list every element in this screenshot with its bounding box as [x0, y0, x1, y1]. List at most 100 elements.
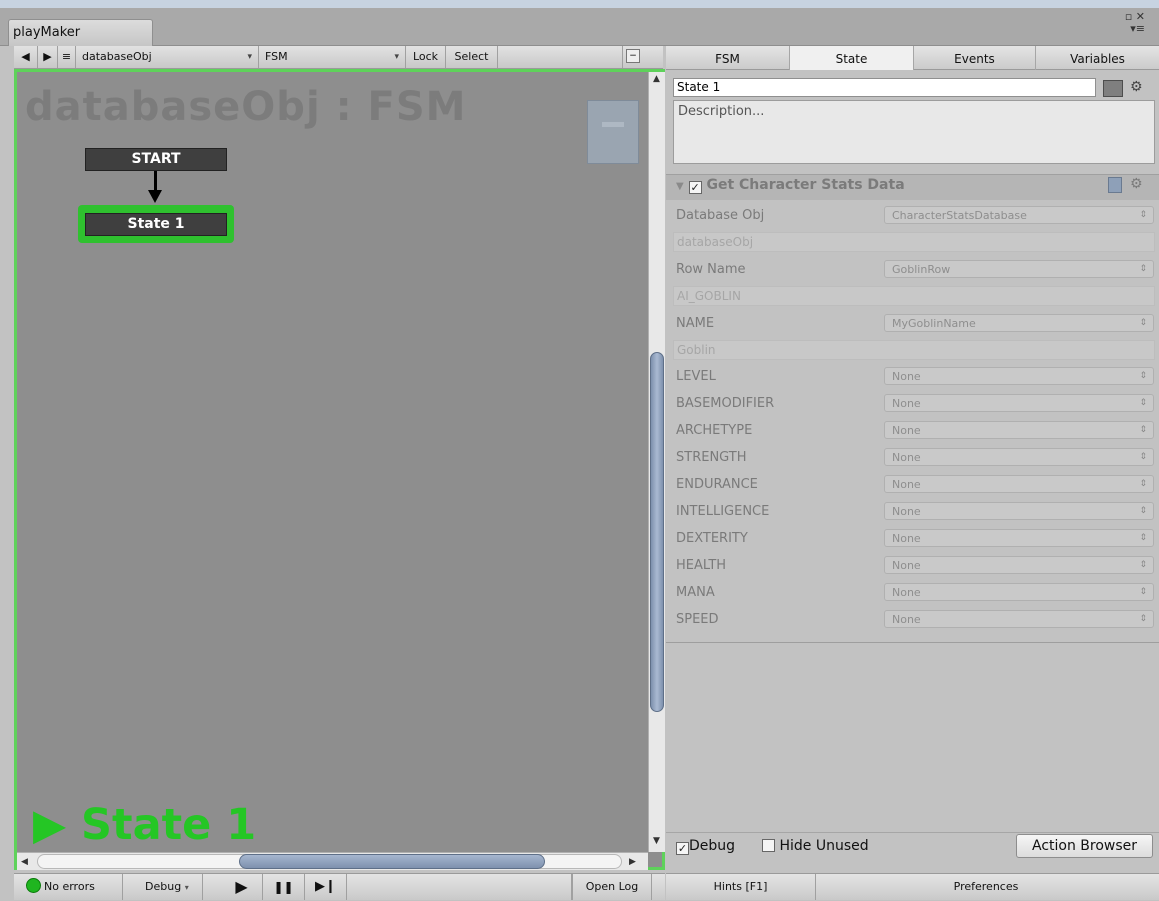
fsm-select[interactable]: FSM ▾ [259, 46, 406, 68]
param-subfield[interactable]: Goblin [673, 340, 1155, 360]
param-select[interactable]: None ⇕ [884, 610, 1154, 628]
param-value: None [892, 424, 921, 437]
updown-icon: ⇕ [1139, 452, 1147, 462]
state-settings-gear-icon[interactable]: ⚙ [1130, 79, 1143, 95]
vertical-scroll-thumb[interactable] [650, 352, 664, 712]
lock-button[interactable]: Lock [406, 46, 446, 68]
param-value: None [892, 613, 921, 626]
canvas-status-bar: No errors Debug ▾ ▶ ❚❚ ▶❙ Open Log [14, 873, 665, 900]
tab-state[interactable]: State [790, 46, 914, 70]
updown-icon: ⇕ [1139, 587, 1147, 597]
param-label: NAME [676, 316, 715, 331]
param-row: SPEED None ⇕ [666, 607, 1159, 634]
action-settings-gear-icon[interactable]: ⚙ [1130, 176, 1143, 192]
forward-arrow-icon[interactable]: ▶ [38, 46, 58, 68]
transition-arrow-icon [148, 190, 162, 203]
state-color-swatch[interactable] [1103, 80, 1123, 97]
horizontal-scroll-thumb[interactable] [239, 854, 545, 869]
minimap[interactable] [587, 100, 639, 164]
inspector-status-bar: Hints [F1] Preferences [666, 873, 1159, 900]
collapse-triangle-icon[interactable]: ▼ [676, 181, 684, 192]
chevron-down-icon: ▾ [184, 883, 189, 892]
tab-events[interactable]: Events [914, 46, 1036, 70]
param-row: INTELLIGENCE None ⇕ [666, 499, 1159, 526]
debug-dropdown[interactable]: Debug ▾ [123, 874, 203, 900]
param-select[interactable]: None ⇕ [884, 448, 1154, 466]
description-textarea[interactable]: Description... [673, 100, 1155, 164]
action-help-icon[interactable] [1108, 177, 1122, 193]
tab-variables[interactable]: Variables [1036, 46, 1159, 70]
param-value: MyGoblinName [892, 317, 976, 330]
param-label: INTELLIGENCE [676, 504, 770, 519]
hide-unused-toggle[interactable]: Hide Unused [762, 838, 869, 854]
scroll-right-icon[interactable]: ▶ [629, 857, 636, 867]
param-label: DEXTERITY [676, 531, 748, 546]
param-select[interactable]: MyGoblinName ⇕ [884, 314, 1154, 332]
scroll-down-icon[interactable]: ▼ [653, 836, 660, 846]
param-label: Database Obj [676, 208, 765, 223]
gameobject-select[interactable]: databaseObj ▾ [76, 46, 259, 68]
updown-icon: ⇕ [1139, 560, 1147, 570]
step-button[interactable]: ▶❙ [305, 874, 347, 900]
param-select[interactable]: None ⇕ [884, 556, 1154, 574]
state-node[interactable]: State 1 [85, 213, 227, 236]
play-button[interactable]: ▶ [221, 874, 263, 900]
debug-toggle[interactable]: ✓ Debug [676, 838, 735, 855]
select-button[interactable]: Select [446, 46, 498, 68]
param-select[interactable]: None ⇕ [884, 367, 1154, 385]
recent-menu-icon[interactable]: ≡ [58, 46, 76, 68]
param-subfield[interactable]: AI_GOBLIN [673, 286, 1155, 306]
param-row: ENDURANCE None ⇕ [666, 472, 1159, 499]
open-log-button[interactable]: Open Log [572, 874, 652, 900]
action-title: Get Character Stats Data [706, 177, 905, 193]
pause-button[interactable]: ❚❚ [263, 874, 305, 900]
status-ok-icon [26, 878, 41, 893]
hide-unused-checkbox[interactable] [762, 839, 775, 852]
param-value: CharacterStatsDatabase [892, 209, 1027, 222]
param-value: None [892, 559, 921, 572]
param-label: ARCHETYPE [676, 423, 753, 438]
param-row: Database Obj CharacterStatsDatabase ⇕ [666, 203, 1159, 230]
updown-icon: ⇕ [1139, 533, 1147, 543]
param-row: DEXTERITY None ⇕ [666, 526, 1159, 553]
param-select[interactable]: None ⇕ [884, 421, 1154, 439]
vertical-scrollbar[interactable]: ▲ ▼ [648, 72, 665, 852]
back-arrow-icon[interactable]: ◀ [14, 46, 38, 68]
updown-icon: ⇕ [1139, 425, 1147, 435]
window-menu-icon[interactable]: ▾≡ [1130, 22, 1145, 35]
hints-button[interactable]: Hints [F1] [666, 874, 816, 900]
state-name-input[interactable]: State 1 [673, 78, 1096, 97]
window-controls[interactable]: ▫ ✕ ▾≡ [1125, 11, 1145, 35]
debug-checkbox[interactable]: ✓ [676, 842, 689, 855]
canvas-toolbar: ◀ ▶ ≡ databaseObj ▾ FSM ▾ Lock Select − [14, 46, 663, 69]
param-select[interactable]: CharacterStatsDatabase ⇕ [884, 206, 1154, 224]
param-select[interactable]: None ⇕ [884, 502, 1154, 520]
param-select[interactable]: None ⇕ [884, 583, 1154, 601]
playmaker-window-tab[interactable]: playMaker [8, 19, 153, 46]
updown-icon: ⇕ [1139, 210, 1147, 220]
param-label: LEVEL [676, 369, 716, 384]
action-browser-button[interactable]: Action Browser [1016, 834, 1153, 858]
errors-indicator[interactable]: No errors [14, 874, 123, 900]
param-value: None [892, 397, 921, 410]
scroll-left-icon[interactable]: ◀ [21, 857, 28, 867]
minimap-toggle-icon[interactable]: − [626, 49, 640, 63]
param-select[interactable]: GoblinRow ⇕ [884, 260, 1154, 278]
param-select[interactable]: None ⇕ [884, 475, 1154, 493]
statusbar-spacer [347, 874, 572, 900]
fsm-select-value: FSM [265, 50, 288, 63]
preferences-button[interactable]: Preferences [816, 874, 1156, 900]
param-label: BASEMODIFIER [676, 396, 775, 411]
param-row: BASEMODIFIER None ⇕ [666, 391, 1159, 418]
horizontal-scrollbar[interactable]: ◀ ▶ [17, 852, 648, 870]
scroll-up-icon[interactable]: ▲ [653, 74, 660, 84]
tab-fsm[interactable]: FSM [666, 46, 790, 70]
param-select[interactable]: None ⇕ [884, 394, 1154, 412]
start-node[interactable]: START [85, 148, 227, 171]
action-enabled-checkbox[interactable]: ✓ [688, 181, 702, 194]
fsm-graph-canvas[interactable]: databaseObj : FSM START State 1 ▶ State … [14, 69, 665, 870]
param-label: MANA [676, 585, 715, 600]
param-label: HEALTH [676, 558, 727, 573]
param-subfield[interactable]: databaseObj [673, 232, 1155, 252]
param-select[interactable]: None ⇕ [884, 529, 1154, 547]
